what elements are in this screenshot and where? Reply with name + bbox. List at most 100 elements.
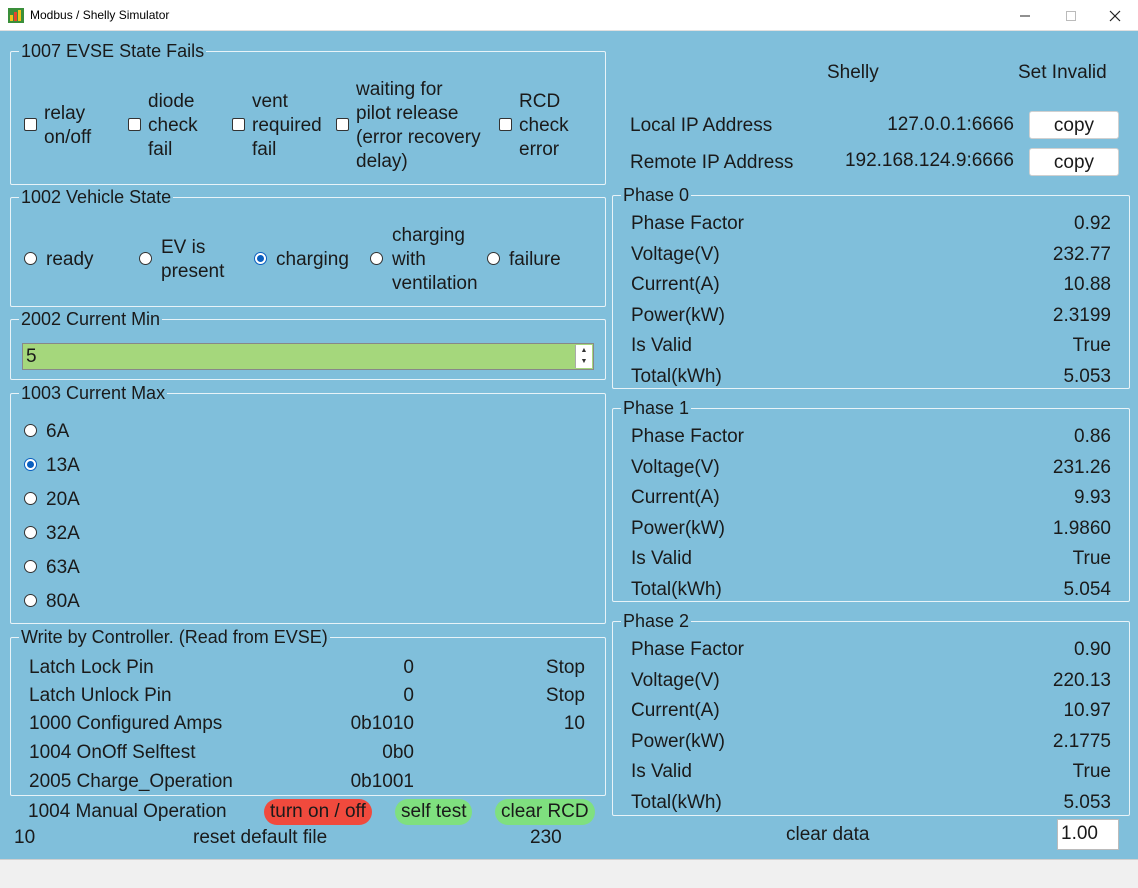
- local-ip-label: Local IP Address: [630, 115, 773, 136]
- self-test-button[interactable]: self test: [395, 799, 473, 825]
- controller-group: Write by Controller. (Read from EVSE) La…: [10, 626, 606, 796]
- controller-row-value: 0b1010: [350, 713, 414, 734]
- phase-row-value: 1.9860: [1052, 518, 1111, 539]
- close-icon: [1109, 10, 1121, 21]
- vehicle-state-title: 1002 Vehicle State: [19, 186, 174, 208]
- controller-row-name: 1000 Configured Amps: [29, 713, 223, 734]
- phase-row-value: 0.90: [1074, 639, 1111, 660]
- phase-row-name: Current(A): [631, 487, 720, 508]
- pilot-release-checkbox[interactable]: [336, 118, 349, 131]
- controller-row-value: 0: [403, 685, 414, 706]
- phase-row-name: Current(A): [631, 700, 720, 721]
- radio-13a[interactable]: [24, 458, 37, 471]
- ventilation-label-2: with: [392, 249, 426, 270]
- radio-32a[interactable]: [24, 526, 37, 539]
- ventilation-label-1: charging: [392, 225, 465, 246]
- vent-label-2: required: [252, 115, 322, 136]
- radio-20a[interactable]: [24, 492, 37, 505]
- phase-2-group: Phase 2 Phase Factor 0.90 Voltage(V) 220…: [612, 610, 1130, 816]
- ev-present-label-1: EV is: [161, 237, 206, 258]
- clear-rcd-button[interactable]: clear RCD: [495, 799, 595, 825]
- relay-label-1: relay: [44, 103, 86, 124]
- current-max-group: 1003 Current Max 6A 13A 20A 32A 63A 80A: [10, 382, 606, 624]
- current-32a-label: 32A: [46, 523, 80, 544]
- phase-row-value: 9.93: [1074, 487, 1111, 508]
- radio-charging-ventilation[interactable]: [370, 252, 383, 265]
- radio-failure[interactable]: [487, 252, 500, 265]
- minimize-button[interactable]: [1002, 0, 1048, 31]
- phase-row-value: True: [1072, 548, 1111, 569]
- remote-ip-value: 192.168.124.9:6666: [844, 150, 1014, 171]
- radio-ready[interactable]: [24, 252, 37, 265]
- controller-row-value: 0: [403, 657, 414, 678]
- controller-title: Write by Controller. (Read from EVSE): [19, 626, 330, 648]
- phase-row-name: Voltage(V): [631, 457, 720, 478]
- ventilation-label-3: ventilation: [392, 273, 478, 294]
- manual-operation-label: 1004 Manual Operation: [28, 801, 227, 822]
- radio-6a[interactable]: [24, 424, 37, 437]
- maximize-button[interactable]: [1048, 0, 1094, 31]
- vent-checkbox[interactable]: [232, 118, 245, 131]
- controller-row-name: Latch Unlock Pin: [29, 685, 172, 706]
- phase-row-name: Voltage(V): [631, 670, 720, 691]
- relay-checkbox[interactable]: [24, 118, 37, 131]
- copy-remote-button[interactable]: copy: [1029, 148, 1119, 176]
- current-min-spinbox[interactable]: 5 ▲ ▼: [22, 343, 594, 370]
- radio-ev-present[interactable]: [139, 252, 152, 265]
- phase-row-value: 2.1775: [1052, 731, 1111, 752]
- set-invalid-label[interactable]: Set Invalid: [1018, 61, 1107, 85]
- rcd-label-1: RCD: [519, 91, 561, 112]
- current-63a-label: 63A: [46, 557, 80, 578]
- close-button[interactable]: [1092, 0, 1138, 31]
- phase-row-value: 232.77: [1052, 244, 1111, 265]
- rcd-label-2: check: [519, 115, 569, 136]
- failure-label: failure: [509, 249, 561, 270]
- reset-default-file-button[interactable]: reset default file: [193, 826, 327, 850]
- phase-row-value: True: [1072, 335, 1111, 356]
- phase-1-group: Phase 1 Phase Factor 0.86 Voltage(V) 231…: [612, 397, 1130, 602]
- pilot-label-1: waiting for: [356, 79, 443, 100]
- evse-fails-group: 1007 EVSE State Fails relay on/off diode…: [10, 40, 606, 185]
- phase-row-value: 10.97: [1063, 700, 1111, 721]
- spin-up-icon[interactable]: ▲: [576, 345, 592, 356]
- phase-row-value: 231.26: [1052, 457, 1111, 478]
- pilot-label-2: pilot release: [356, 103, 459, 124]
- minimize-icon: [1020, 15, 1030, 16]
- clear-data-button[interactable]: clear data: [786, 823, 869, 847]
- radio-80a[interactable]: [24, 594, 37, 607]
- phase-row-name: Power(kW): [631, 305, 725, 326]
- controller-row-name: 1004 OnOff Selftest: [29, 742, 196, 763]
- spin-arrows[interactable]: ▲ ▼: [575, 345, 592, 368]
- radio-charging[interactable]: [254, 252, 267, 265]
- relay-label-2: on/off: [44, 127, 92, 148]
- controller-row-extra: 10: [563, 713, 585, 734]
- copy-local-button[interactable]: copy: [1029, 111, 1119, 139]
- phase-row-value: 10.88: [1063, 274, 1111, 295]
- phase-row-name: Voltage(V): [631, 244, 720, 265]
- radio-63a[interactable]: [24, 560, 37, 573]
- phase-row-name: Power(kW): [631, 731, 725, 752]
- bottom-right-value: 230: [530, 827, 562, 848]
- title-bar: Modbus / Shelly Simulator: [0, 0, 1138, 31]
- controller-row-extra: Stop: [545, 657, 585, 678]
- pilot-label-3: (error recovery: [356, 127, 481, 148]
- clear-data-input[interactable]: 1.00: [1057, 819, 1119, 850]
- phase-row-value: 5.053: [1063, 792, 1111, 813]
- local-ip-value: 127.0.0.1:6666: [887, 114, 1014, 135]
- vehicle-state-group: 1002 Vehicle State ready EV is present c…: [10, 186, 606, 307]
- turn-on-off-button[interactable]: turn on / off: [264, 799, 372, 825]
- shelly-header: Shelly: [827, 62, 879, 83]
- diode-label-2: check: [148, 115, 198, 136]
- phase-row-name: Total(kWh): [631, 366, 722, 387]
- phase-row-name: Is Valid: [631, 548, 692, 569]
- rcd-checkbox[interactable]: [499, 118, 512, 131]
- phase-row-name: Is Valid: [631, 335, 692, 356]
- ev-present-label-2: present: [161, 261, 225, 282]
- phase-row-value: 2.3199: [1052, 305, 1111, 326]
- spin-down-icon[interactable]: ▼: [576, 356, 592, 367]
- phase-row-value: 0.86: [1074, 426, 1111, 447]
- diode-checkbox[interactable]: [128, 118, 141, 131]
- phase-row-name: Current(A): [631, 274, 720, 295]
- phase-0-group: Phase 0 Phase Factor 0.92 Voltage(V) 232…: [612, 184, 1130, 389]
- app-icon: [8, 8, 24, 23]
